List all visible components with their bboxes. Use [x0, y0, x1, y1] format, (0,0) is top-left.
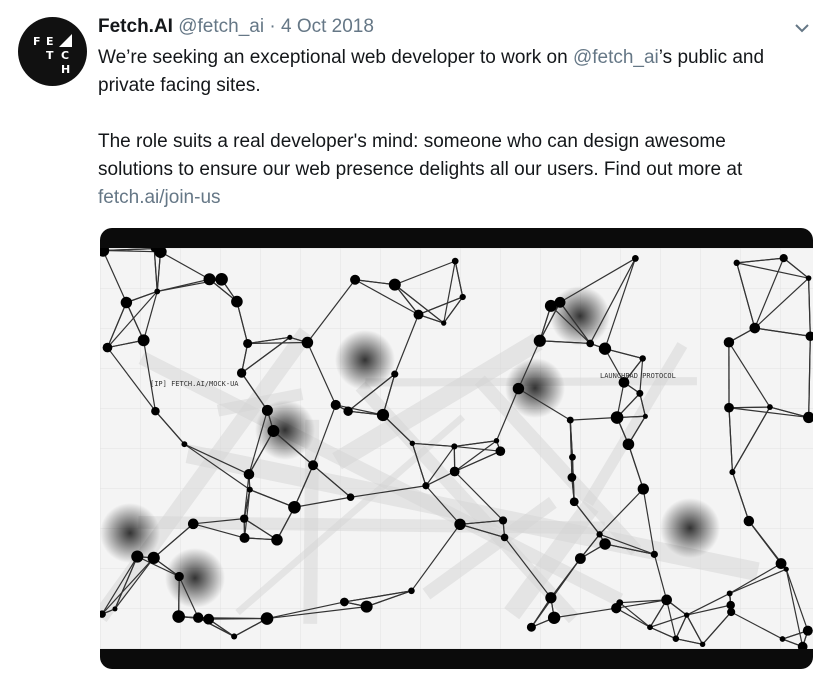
tweet-text-part: The role suits a real developer's mind: …	[98, 131, 743, 180]
tweet-header: Fetch.AI @fetch_ai · 4 Oct 2018	[98, 15, 374, 39]
avatar-letter-e: E	[46, 35, 55, 48]
display-name[interactable]: Fetch.AI	[98, 16, 173, 37]
timestamp[interactable]: 4 Oct 2018	[281, 16, 374, 37]
handle[interactable]: @fetch_ai	[178, 16, 264, 37]
avatar-letter-h: H	[61, 63, 72, 76]
avatar-letter-c: C	[61, 49, 71, 62]
tweet-text-part: We’re seeking an exceptional web develop…	[98, 47, 573, 68]
avatar-letter-t: T	[46, 49, 55, 62]
join-us-link[interactable]: fetch.ai/join-us	[98, 187, 221, 208]
mention-link[interactable]: @fetch_ai	[573, 47, 659, 68]
tweet-media[interactable]: [IP] FETCH.AI/MOCK-UA LAUNCHPAD PROTOCOL	[100, 228, 813, 669]
avatar[interactable]: F E T C H	[18, 17, 87, 86]
media-label: LAUNCHPAD PROTOCOL	[600, 372, 676, 380]
separator: ·	[269, 16, 276, 37]
network-image: [IP] FETCH.AI/MOCK-UA LAUNCHPAD PROTOCOL	[100, 248, 813, 649]
media-label: [IP] FETCH.AI/MOCK-UA	[150, 380, 239, 388]
avatar-letter-f: F	[33, 35, 42, 48]
chevron-down-icon[interactable]	[792, 18, 812, 38]
logo-slash-icon	[59, 34, 72, 47]
tweet-text: We’re seeking an exceptional web develop…	[98, 44, 798, 212]
